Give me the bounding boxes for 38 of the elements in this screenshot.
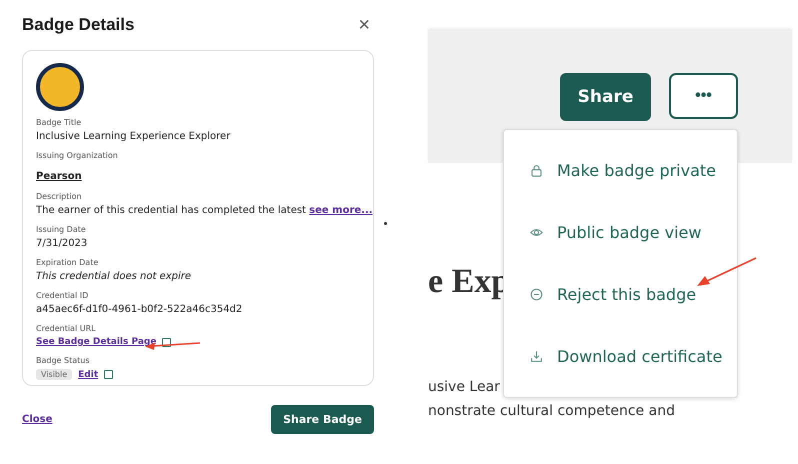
menu-item[interactable]: Make badge private — [504, 161, 737, 180]
menu-item[interactable]: Download certificate — [504, 346, 737, 366]
edit-link[interactable]: Edit — [78, 370, 98, 380]
field-label: Description — [36, 192, 83, 201]
more-button[interactable]: ••• — [669, 73, 738, 119]
external-link-icon — [104, 370, 114, 379]
menu-item[interactable]: Public badge view — [504, 223, 737, 242]
field-value: a45aec6f-d1f0-4961-b0f2-522a46c354d2 — [36, 304, 244, 315]
organization-link[interactable]: Pearson — [36, 171, 82, 182]
field-label: Badge Title — [36, 118, 82, 127]
body-text: usive Lear — [428, 379, 501, 395]
close-link[interactable]: Close — [22, 414, 52, 425]
field-label: Credential URL — [36, 324, 97, 333]
dot-mark — [384, 222, 387, 225]
status-chip: Visible — [36, 369, 72, 380]
badge-details-link[interactable]: See Badge Details Page — [36, 337, 156, 347]
download-icon — [530, 350, 543, 363]
share-badge-button[interactable]: Share Badge — [271, 405, 374, 434]
external-link-icon — [162, 338, 172, 346]
field-label: Expiration Date — [36, 258, 100, 267]
badge-image — [36, 63, 84, 111]
field-value: This credential does not expire — [36, 271, 192, 282]
lock-icon — [530, 164, 543, 178]
see-more-link[interactable]: see more... — [309, 205, 373, 216]
field-label: Issuing Date — [36, 225, 87, 234]
body-text: nonstrate cultural competence and — [428, 403, 676, 419]
field-label: Credential ID — [36, 291, 90, 300]
field-label: Issuing Organization — [36, 151, 119, 160]
share-button[interactable]: Share — [560, 73, 651, 121]
field-value: Inclusive Learning Experience Explorer — [36, 131, 232, 142]
dialog-title: Badge Details — [22, 15, 134, 35]
field-value: 7/31/2023 — [36, 238, 88, 249]
menu-item[interactable]: Reject this badge — [504, 284, 737, 304]
field-label: Badge Status — [36, 356, 91, 365]
close-button[interactable]: × — [354, 15, 374, 35]
description-text: The earner of this credential has completed the latest — [36, 205, 306, 216]
pointer-arrow — [697, 257, 757, 287]
minus-circle-icon — [530, 288, 543, 301]
